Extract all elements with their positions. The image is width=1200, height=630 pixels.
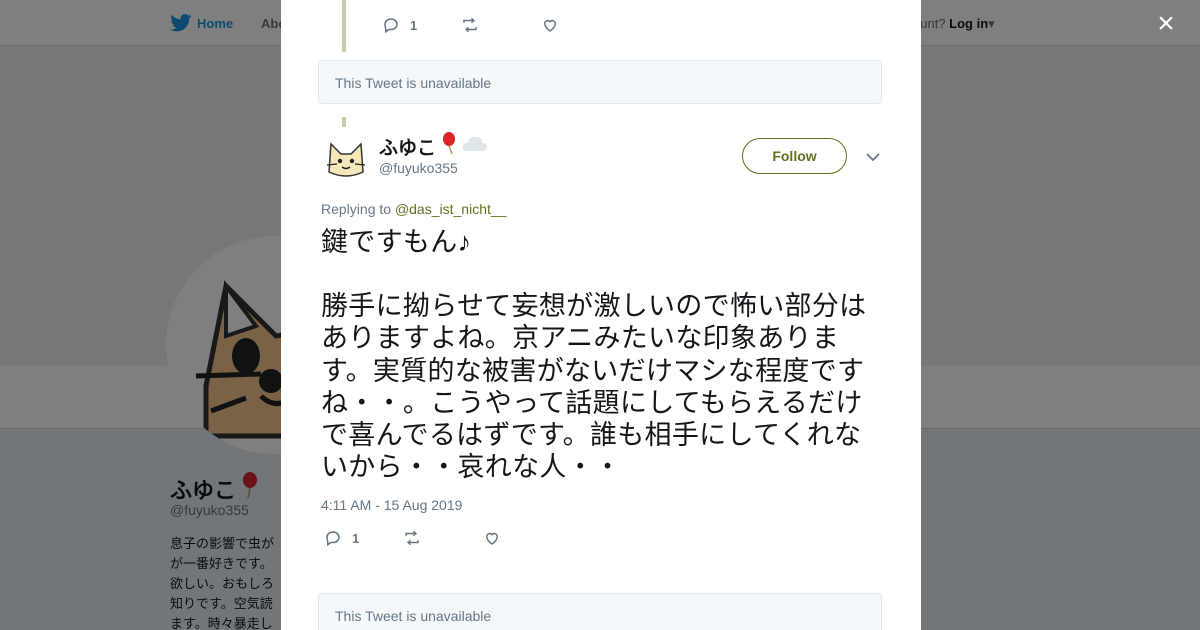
like-icon	[543, 19, 557, 32]
thread-line	[342, 117, 346, 127]
reply-count: 1	[352, 530, 360, 546]
tweet-unavailable-notice: This Tweet is unavailable	[318, 60, 882, 104]
replying-to-link[interactable]: @das_ist_nicht__	[395, 201, 507, 217]
close-icon[interactable]: ×	[1152, 9, 1180, 39]
tweet-actions: 1	[324, 529, 524, 549]
tweet-author-handle[interactable]: @fuyuko355	[379, 160, 458, 176]
tweet-text-line: 鍵ですもん♪	[321, 227, 472, 257]
reply-count: 1	[410, 17, 418, 33]
retweet-button[interactable]	[403, 529, 421, 547]
retweet-icon	[463, 17, 477, 33]
tweet-author-avatar[interactable]	[321, 134, 371, 184]
tweet-author-name[interactable]: ふゆこ	[379, 132, 488, 160]
reply-icon	[384, 18, 398, 34]
reply-button[interactable]: 1	[324, 529, 359, 547]
cat-avatar	[321, 134, 371, 184]
replying-to: Replying to @das_ist_nicht__	[321, 201, 506, 217]
tweet-text: 鍵ですもん♪ 勝手に拗らせて妄想が激しいので怖い部分はありますよね。京アニみたい…	[321, 226, 883, 483]
replying-prefix: Replying to	[321, 201, 392, 217]
tweet-permalink-modal: 1 This Tweet is unavailable ふゆこ @fuyuko3…	[281, 0, 921, 630]
author-name-text: ふゆこ	[379, 137, 437, 159]
follow-button[interactable]: Follow	[742, 138, 847, 174]
retweet-icon	[405, 530, 419, 546]
like-button[interactable]	[483, 529, 501, 547]
cloud-emoji-icon	[462, 133, 488, 159]
tweet-timestamp[interactable]: 4:11 AM - 15 Aug 2019	[321, 497, 462, 513]
balloon-emoji-icon	[442, 132, 456, 160]
retweet-button[interactable]	[461, 16, 479, 34]
like-icon	[485, 532, 499, 545]
tweet-unavailable-notice: This Tweet is unavailable	[318, 593, 882, 630]
parent-tweet-actions: 1	[382, 16, 582, 36]
like-button[interactable]	[541, 16, 559, 34]
reply-button[interactable]: 1	[382, 16, 417, 34]
tweet-text-paragraph: 勝手に拗らせて妄想が激しいので怖い部分はありますよね。京アニみたいな印象あります…	[321, 291, 867, 483]
chevron-down-icon[interactable]	[864, 148, 882, 166]
reply-icon	[326, 531, 340, 547]
thread-line	[342, 0, 346, 52]
